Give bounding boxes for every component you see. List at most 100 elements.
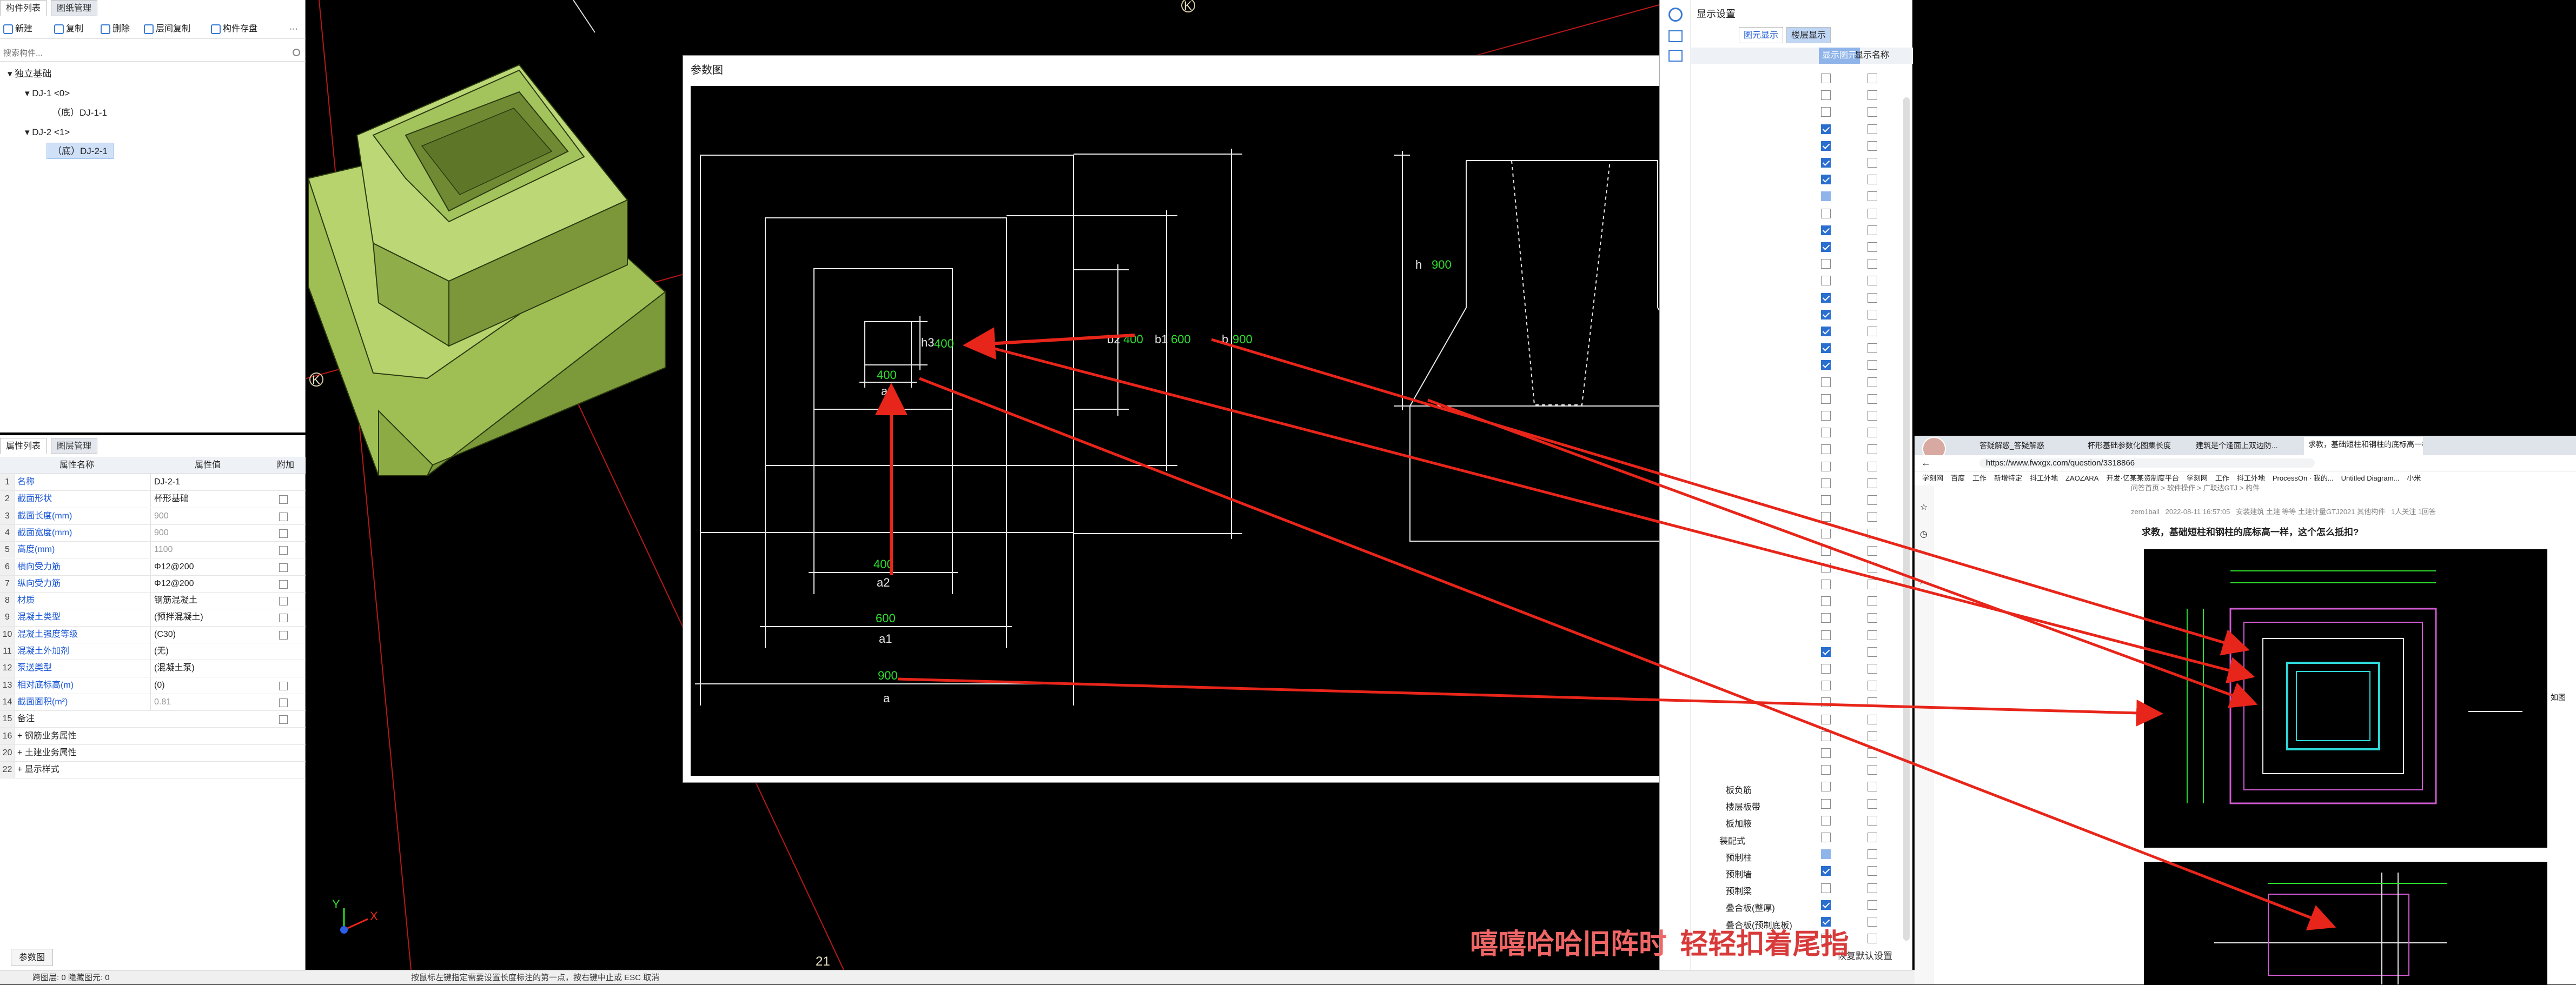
extra-checkbox[interactable] bbox=[279, 529, 288, 538]
show-element-checkbox[interactable] bbox=[1821, 225, 1831, 235]
property-value[interactable]: 钢筋混凝土 bbox=[150, 593, 275, 609]
property-value[interactable]: (C30) bbox=[150, 626, 275, 643]
show-name-checkbox[interactable] bbox=[1868, 377, 1877, 387]
show-element-checkbox[interactable] bbox=[1821, 562, 1831, 573]
show-element-checkbox[interactable] bbox=[1821, 714, 1831, 724]
property-value[interactable]: 900 bbox=[150, 524, 275, 541]
property-row[interactable]: 16 + 钢筋业务属性 bbox=[0, 728, 306, 745]
bookmark-item[interactable]: ProcessOn · 我的... bbox=[2273, 474, 2334, 482]
tree-root-isolated-foundation[interactable]: ▾ 独立基础 bbox=[8, 66, 51, 82]
show-name-checkbox[interactable] bbox=[1868, 529, 1877, 539]
tab-drawing-management[interactable]: 图纸管理 bbox=[51, 0, 98, 16]
show-name-checkbox[interactable] bbox=[1868, 394, 1877, 404]
tab-component-list[interactable]: 构件列表 bbox=[0, 0, 47, 16]
bookmark-item[interactable]: 百度 bbox=[1951, 474, 1965, 482]
show-element-checkbox[interactable] bbox=[1821, 242, 1831, 252]
show-name-checkbox[interactable] bbox=[1868, 141, 1877, 151]
show-element-checkbox[interactable] bbox=[1821, 107, 1831, 117]
extra-checkbox[interactable] bbox=[279, 512, 288, 521]
show-element-checkbox[interactable] bbox=[1821, 596, 1831, 607]
property-row[interactable]: 12 泵送类型 (混凝土泵) bbox=[0, 660, 306, 677]
browser-tab[interactable]: 杯形基础参数化图集长度 bbox=[2088, 440, 2190, 451]
url-field[interactable]: https://www.fwxgx.com/question/3318866 bbox=[1979, 458, 2315, 468]
show-element-checkbox[interactable] bbox=[1821, 849, 1831, 860]
show-element-checkbox[interactable] bbox=[1821, 175, 1831, 185]
show-name-checkbox[interactable] bbox=[1868, 562, 1877, 573]
show-name-checkbox[interactable] bbox=[1868, 107, 1877, 117]
show-name-checkbox[interactable] bbox=[1868, 900, 1877, 910]
show-element-checkbox[interactable] bbox=[1821, 580, 1831, 589]
more-button[interactable]: ··· bbox=[289, 22, 298, 37]
tree-item-dj1-1[interactable]: （底）DJ-1-1 bbox=[52, 105, 107, 121]
property-value[interactable]: (混凝土泵) bbox=[150, 660, 275, 677]
show-name-checkbox[interactable] bbox=[1868, 428, 1877, 438]
author-name[interactable]: zero1ball bbox=[2131, 508, 2160, 516]
bookmark-item[interactable]: 小米 bbox=[2407, 474, 2421, 482]
show-element-checkbox[interactable] bbox=[1821, 900, 1831, 910]
show-element-checkbox[interactable] bbox=[1821, 748, 1831, 758]
show-element-checkbox[interactable] bbox=[1821, 309, 1831, 320]
browser-tab[interactable]: 答疑解惑_答疑解惑 bbox=[1979, 440, 2082, 451]
show-name-checkbox[interactable] bbox=[1868, 765, 1877, 775]
bookmark-item[interactable]: 抖工外地 bbox=[2237, 474, 2265, 482]
show-element-checkbox[interactable] bbox=[1821, 292, 1831, 303]
show-element-checkbox[interactable] bbox=[1821, 765, 1831, 775]
new-button[interactable]: 新建 bbox=[3, 22, 32, 37]
property-row[interactable]: 11 混凝土外加剂 (无) bbox=[0, 643, 306, 661]
tab-element-display[interactable]: 图元显示 bbox=[1739, 27, 1784, 43]
show-element-checkbox[interactable] bbox=[1821, 411, 1831, 421]
show-name-checkbox[interactable] bbox=[1868, 545, 1877, 556]
show-name-checkbox[interactable] bbox=[1868, 478, 1877, 488]
param-diagram-tab[interactable]: 参数图 bbox=[11, 949, 54, 966]
show-name-checkbox[interactable] bbox=[1868, 191, 1877, 202]
show-name-checkbox[interactable] bbox=[1868, 630, 1877, 640]
floor-copy-button[interactable]: 层间复制 bbox=[144, 22, 190, 37]
property-value[interactable]: DJ-2-1 bbox=[150, 474, 275, 490]
show-name-checkbox[interactable] bbox=[1868, 259, 1877, 269]
property-row[interactable]: 14 截面面积(m²) 0.81 bbox=[0, 694, 306, 711]
collapse-icon[interactable]: ▾ bbox=[25, 127, 32, 137]
show-name-checkbox[interactable] bbox=[1868, 292, 1877, 303]
show-element-checkbox[interactable] bbox=[1821, 124, 1831, 134]
show-name-checkbox[interactable] bbox=[1868, 309, 1877, 320]
show-name-checkbox[interactable] bbox=[1868, 782, 1877, 792]
tree-item-dj1[interactable]: ▾ DJ-1 <0> bbox=[25, 85, 70, 102]
history-icon[interactable]: ◷ bbox=[1920, 529, 1928, 540]
show-element-checkbox[interactable] bbox=[1821, 141, 1831, 151]
extra-checkbox[interactable] bbox=[279, 681, 288, 690]
show-element-checkbox[interactable] bbox=[1821, 495, 1831, 505]
bookmark-item[interactable]: Untitled Diagram... bbox=[2341, 474, 2400, 482]
tree-item-dj2[interactable]: ▾ DJ-2 <1> bbox=[25, 124, 70, 141]
property-row[interactable]: 9 混凝土类型 (预拌混凝土) bbox=[0, 609, 306, 627]
extra-checkbox[interactable] bbox=[279, 495, 288, 504]
property-value[interactable]: (预拌混凝土) bbox=[150, 609, 275, 626]
show-name-checkbox[interactable] bbox=[1868, 512, 1877, 522]
display-scrollbar[interactable] bbox=[1903, 97, 1910, 941]
tab-layer-management[interactable]: 图层管理 bbox=[51, 438, 98, 454]
search-icon[interactable] bbox=[293, 49, 300, 56]
property-value[interactable]: 0.81 bbox=[150, 694, 275, 710]
show-element-checkbox[interactable] bbox=[1821, 731, 1831, 741]
property-value[interactable]: Φ12@200 bbox=[150, 558, 275, 575]
show-name-checkbox[interactable] bbox=[1868, 343, 1877, 354]
bookmark-item[interactable]: ZAOZARA bbox=[2065, 474, 2098, 482]
display-icon[interactable] bbox=[1668, 8, 1683, 22]
property-value[interactable]: 杯形基础 bbox=[150, 491, 275, 508]
property-value[interactable]: (无) bbox=[150, 643, 275, 660]
extra-checkbox[interactable] bbox=[279, 580, 288, 589]
show-name-checkbox[interactable] bbox=[1868, 580, 1877, 589]
show-name-checkbox[interactable] bbox=[1868, 664, 1877, 674]
tree-item-dj2-1[interactable]: （底）DJ-2-1 bbox=[47, 143, 114, 159]
property-row[interactable]: 2 截面形状 杯形基础 bbox=[0, 491, 306, 508]
show-element-checkbox[interactable] bbox=[1821, 377, 1831, 387]
property-row[interactable]: 1 名称 DJ-2-1 bbox=[0, 474, 306, 491]
show-name-checkbox[interactable] bbox=[1868, 917, 1877, 927]
property-row[interactable]: 10 混凝土强度等级 (C30) bbox=[0, 626, 306, 643]
show-element-checkbox[interactable] bbox=[1821, 883, 1831, 893]
browser-tab[interactable]: 建筑是个逢面上双边防... bbox=[2196, 440, 2299, 451]
show-name-checkbox[interactable] bbox=[1868, 495, 1877, 505]
save-component-button[interactable]: 构件存盘 bbox=[211, 22, 257, 37]
show-element-checkbox[interactable] bbox=[1821, 461, 1831, 471]
show-element-checkbox[interactable] bbox=[1821, 191, 1831, 202]
property-row[interactable]: 5 高度(mm) 1100 bbox=[0, 542, 306, 559]
